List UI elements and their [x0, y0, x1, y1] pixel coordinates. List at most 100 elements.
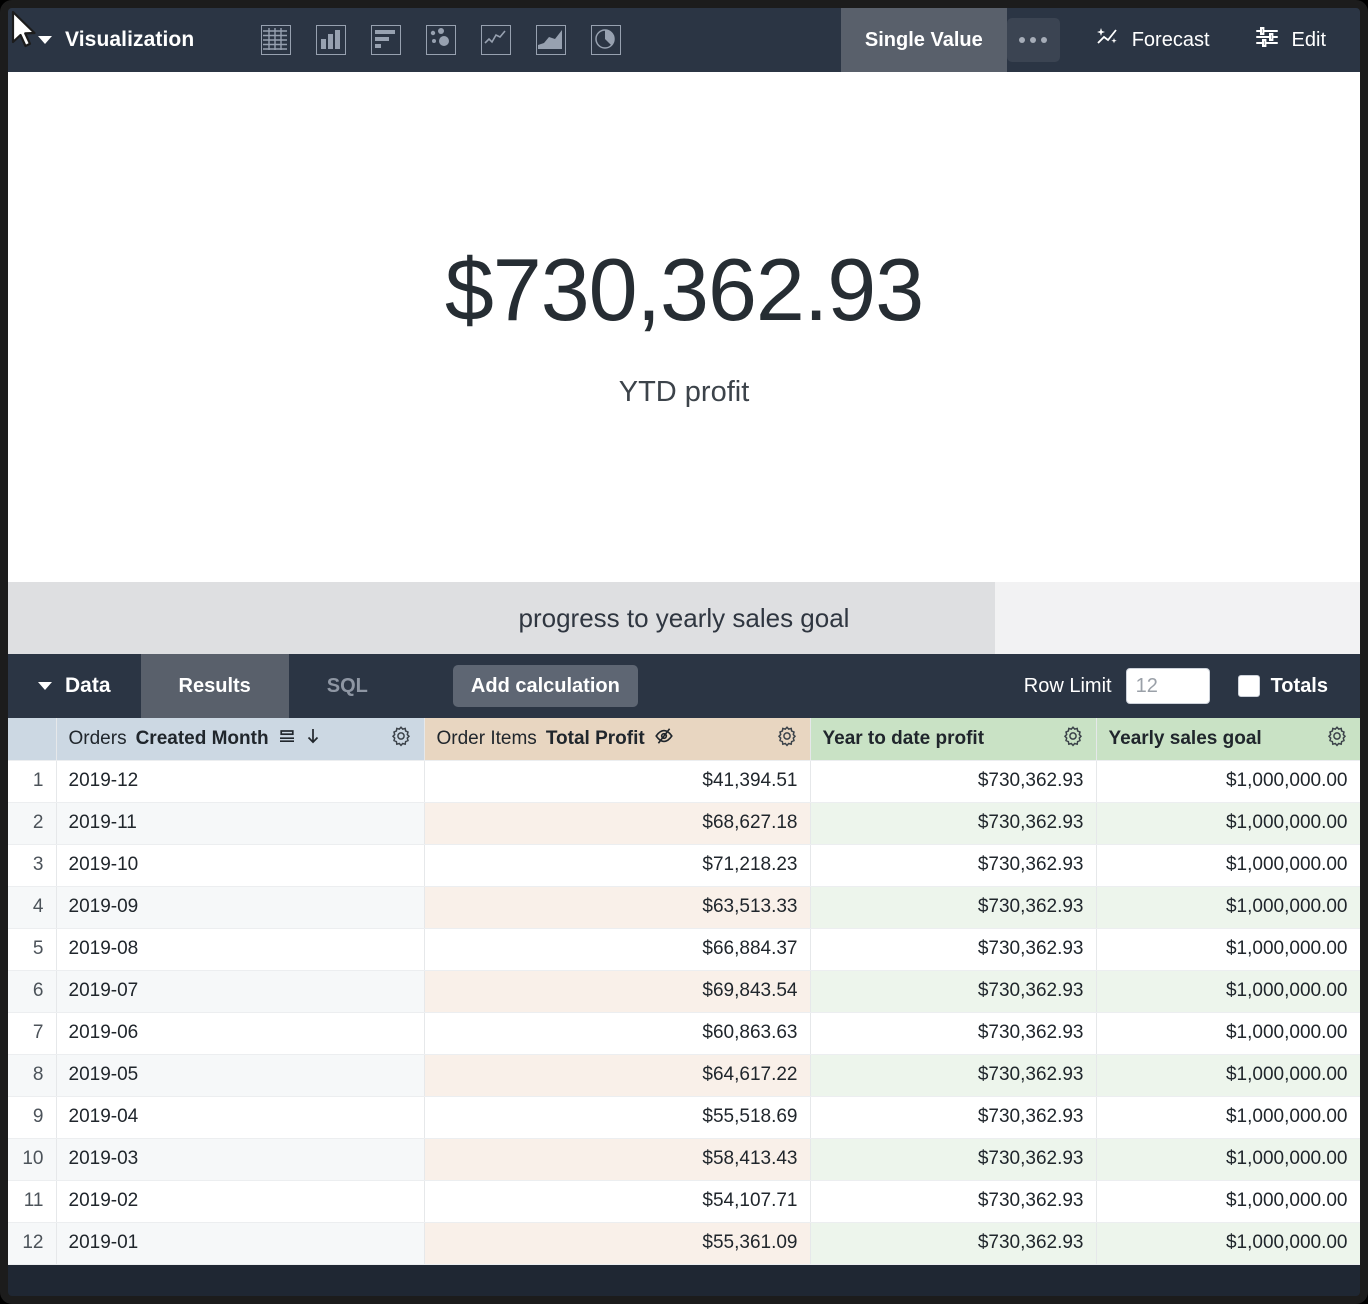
- ellipsis-icon: [1019, 37, 1047, 43]
- column-view-label: Order Items: [437, 728, 537, 750]
- column-view-label: Orders: [69, 728, 127, 750]
- column-field-label: Year to date profit: [823, 728, 985, 750]
- row-number-header: [8, 718, 56, 760]
- chevron-down-icon[interactable]: [38, 682, 52, 690]
- column-field-label: Yearly sales goal: [1109, 728, 1262, 750]
- row-number-cell: 11: [8, 1180, 56, 1222]
- table-row[interactable]: 102019-03$58,413.43$730,362.93$1,000,000…: [8, 1138, 1360, 1180]
- table-row[interactable]: 32019-10$71,218.23$730,362.93$1,000,000.…: [8, 844, 1360, 886]
- scatter-chart-icon[interactable]: [426, 25, 456, 55]
- edit-button[interactable]: Edit: [1232, 8, 1360, 72]
- line-chart-icon[interactable]: [481, 25, 511, 55]
- cell-total-profit: $64,617.22: [424, 1054, 810, 1096]
- visualization-section-toggle[interactable]: Visualization: [8, 8, 194, 72]
- cell-created-month: 2019-07: [56, 970, 424, 1012]
- cell-total-profit: $58,413.43: [424, 1138, 810, 1180]
- cell-created-month: 2019-01: [56, 1222, 424, 1264]
- totals-checkbox-group[interactable]: Totals: [1238, 675, 1328, 698]
- tab-sql[interactable]: SQL: [289, 654, 406, 718]
- results-table: Orders Created Month: [8, 718, 1361, 1265]
- cell-yearly-sales-goal: $1,000,000.00: [1096, 1180, 1360, 1222]
- table-header-row: Orders Created Month: [8, 718, 1360, 760]
- gear-icon[interactable]: [1326, 725, 1348, 753]
- column-field-label: Total Profit: [546, 728, 645, 750]
- table-row[interactable]: 112019-02$54,107.71$730,362.93$1,000,000…: [8, 1180, 1360, 1222]
- table-row[interactable]: 22019-11$68,627.18$730,362.93$1,000,000.…: [8, 802, 1360, 844]
- table-row[interactable]: 42019-09$63,513.33$730,362.93$1,000,000.…: [8, 886, 1360, 928]
- single-value-label: YTD profit: [619, 376, 750, 409]
- cell-created-month: 2019-11: [56, 802, 424, 844]
- tab-results[interactable]: Results: [141, 654, 289, 718]
- forecast-label: Forecast: [1132, 29, 1210, 52]
- row-limit-label: Row Limit: [1024, 675, 1112, 698]
- table-row[interactable]: 122019-01$55,361.09$730,362.93$1,000,000…: [8, 1222, 1360, 1264]
- cell-yearly-sales-goal: $1,000,000.00: [1096, 886, 1360, 928]
- column-header-total-profit[interactable]: Order Items Total Profit: [424, 718, 810, 760]
- table-row[interactable]: 92019-04$55,518.69$730,362.93$1,000,000.…: [8, 1096, 1360, 1138]
- row-number-cell: 5: [8, 928, 56, 970]
- single-value-number: $730,362.93: [445, 246, 923, 334]
- table-row[interactable]: 82019-05$64,617.22$730,362.93$1,000,000.…: [8, 1054, 1360, 1096]
- gear-icon[interactable]: [390, 725, 412, 753]
- pivot-icon[interactable]: [278, 727, 296, 751]
- sort-descending-arrow-icon[interactable]: [305, 726, 321, 752]
- cell-created-month: 2019-10: [56, 844, 424, 886]
- cell-created-month: 2019-04: [56, 1096, 424, 1138]
- chevron-down-icon[interactable]: [38, 36, 52, 44]
- table-chart-icon[interactable]: [261, 25, 291, 55]
- bar-chart-icon[interactable]: [371, 25, 401, 55]
- cell-yearly-sales-goal: $1,000,000.00: [1096, 1138, 1360, 1180]
- cell-created-month: 2019-08: [56, 928, 424, 970]
- progress-bar-label: progress to yearly sales goal: [8, 582, 1360, 654]
- row-number-cell: 7: [8, 1012, 56, 1054]
- cell-year-to-date-profit: $730,362.93: [810, 928, 1096, 970]
- cell-created-month: 2019-03: [56, 1138, 424, 1180]
- tab-results-label: Results: [179, 675, 251, 698]
- column-chart-icon[interactable]: [316, 25, 346, 55]
- results-table-container: Orders Created Month: [8, 718, 1360, 1265]
- cell-yearly-sales-goal: $1,000,000.00: [1096, 1096, 1360, 1138]
- pie-chart-icon[interactable]: [591, 25, 621, 55]
- more-options-button[interactable]: [1007, 18, 1060, 62]
- cell-yearly-sales-goal: $1,000,000.00: [1096, 1222, 1360, 1264]
- gear-icon[interactable]: [776, 725, 798, 753]
- cell-year-to-date-profit: $730,362.93: [810, 1138, 1096, 1180]
- cell-created-month: 2019-09: [56, 886, 424, 928]
- column-header-created-month[interactable]: Orders Created Month: [56, 718, 424, 760]
- row-number-cell: 4: [8, 886, 56, 928]
- area-chart-icon[interactable]: [536, 25, 566, 55]
- cell-year-to-date-profit: $730,362.93: [810, 1222, 1096, 1264]
- cell-year-to-date-profit: $730,362.93: [810, 1096, 1096, 1138]
- cell-year-to-date-profit: $730,362.93: [810, 886, 1096, 928]
- cell-total-profit: $55,518.69: [424, 1096, 810, 1138]
- row-number-cell: 6: [8, 970, 56, 1012]
- cell-year-to-date-profit: $730,362.93: [810, 760, 1096, 802]
- column-header-year-to-date-profit[interactable]: Year to date profit: [810, 718, 1096, 760]
- data-toolbar: Data Results SQL Add calculation Row Lim…: [8, 654, 1360, 718]
- add-calculation-button[interactable]: Add calculation: [453, 665, 638, 707]
- table-row[interactable]: 52019-08$66,884.37$730,362.93$1,000,000.…: [8, 928, 1360, 970]
- table-row[interactable]: 12019-12$41,394.51$730,362.93$1,000,000.…: [8, 760, 1360, 802]
- single-value-visualization: $730,362.93 YTD profit: [8, 72, 1360, 582]
- selected-chart-type-label: Single Value: [865, 29, 983, 52]
- totals-checkbox[interactable]: [1238, 675, 1260, 697]
- row-limit-input[interactable]: [1126, 668, 1210, 704]
- cell-year-to-date-profit: $730,362.93: [810, 970, 1096, 1012]
- table-row[interactable]: 62019-07$69,843.54$730,362.93$1,000,000.…: [8, 970, 1360, 1012]
- column-header-yearly-sales-goal[interactable]: Yearly sales goal: [1096, 718, 1360, 760]
- looker-explore-window: Visualization: [0, 0, 1368, 1304]
- toolbar-spacer: [621, 8, 841, 72]
- gear-icon[interactable]: [1062, 725, 1084, 753]
- cell-created-month: 2019-06: [56, 1012, 424, 1054]
- totals-label: Totals: [1271, 675, 1328, 698]
- cell-yearly-sales-goal: $1,000,000.00: [1096, 1012, 1360, 1054]
- data-section-toggle[interactable]: Data: [8, 654, 141, 718]
- selected-chart-type-button[interactable]: Single Value: [841, 8, 1007, 72]
- row-number-cell: 12: [8, 1222, 56, 1264]
- hidden-eye-icon[interactable]: [654, 727, 674, 751]
- data-toolbar-spacer: [638, 654, 1024, 718]
- forecast-button[interactable]: Forecast: [1060, 8, 1232, 72]
- cell-created-month: 2019-05: [56, 1054, 424, 1096]
- table-row[interactable]: 72019-06$60,863.63$730,362.93$1,000,000.…: [8, 1012, 1360, 1054]
- cell-total-profit: $54,107.71: [424, 1180, 810, 1222]
